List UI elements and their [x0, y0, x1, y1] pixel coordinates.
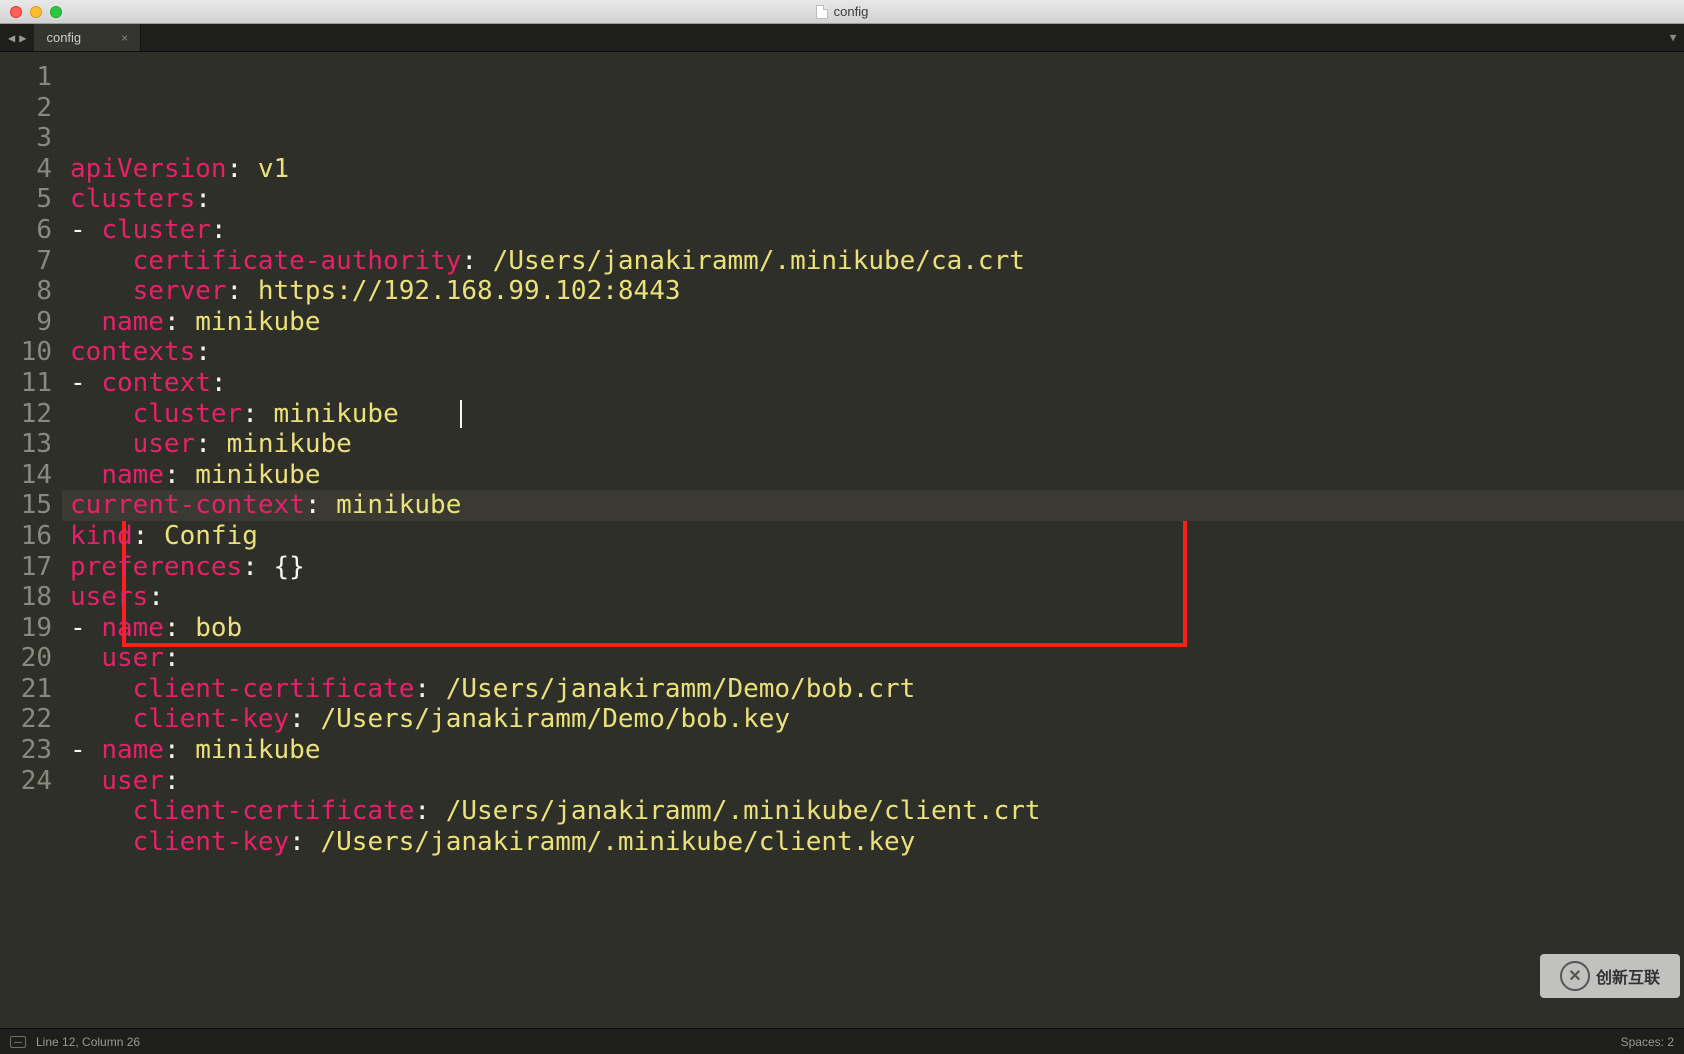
tabbar: ◀ ▶ config × ▼: [0, 24, 1684, 52]
zoom-window-button[interactable]: [50, 6, 62, 18]
nav-forward-icon[interactable]: ▶: [19, 31, 26, 45]
text-cursor: [460, 400, 462, 428]
line-number: 23: [0, 735, 62, 766]
document-icon: [816, 5, 828, 19]
code-line[interactable]: name: minikube: [62, 460, 1684, 491]
close-window-button[interactable]: [10, 6, 22, 18]
line-number: 4: [0, 154, 62, 185]
line-number: 11: [0, 368, 62, 399]
editor: 123456789101112131415161718192021222324 …: [0, 52, 1684, 1028]
tab-label: config: [46, 30, 81, 45]
code-line[interactable]: - cluster:: [62, 215, 1684, 246]
code-line[interactable]: user:: [62, 766, 1684, 797]
code-line[interactable]: user:: [62, 643, 1684, 674]
line-number: 1: [0, 62, 62, 93]
watermark-text: 创新互联: [1596, 964, 1660, 988]
code-line[interactable]: user: minikube: [62, 429, 1684, 460]
code-line[interactable]: name: minikube: [62, 307, 1684, 338]
tab-config[interactable]: config ×: [34, 24, 141, 51]
code-line[interactable]: client-key: /Users/janakiramm/Demo/bob.k…: [62, 704, 1684, 735]
line-number: 2: [0, 93, 62, 124]
code-line[interactable]: - name: bob: [62, 613, 1684, 644]
code-line[interactable]: client-certificate: /Users/janakiramm/De…: [62, 674, 1684, 705]
code-line[interactable]: users:: [62, 582, 1684, 613]
watermark: ✕ 创新互联: [1540, 954, 1680, 998]
code-line[interactable]: server: https://192.168.99.102:8443: [62, 276, 1684, 307]
panel-icon[interactable]: [10, 1036, 26, 1048]
status-position: Line 12, Column 26: [36, 1035, 140, 1049]
code-line[interactable]: kind: Config: [62, 521, 1684, 552]
line-number: 19: [0, 613, 62, 644]
line-number: 5: [0, 184, 62, 215]
code-line[interactable]: client-key: /Users/janakiramm/.minikube/…: [62, 827, 1684, 858]
line-number: 14: [0, 460, 62, 491]
statusbar: Line 12, Column 26 Spaces: 2: [0, 1028, 1684, 1054]
line-number: 8: [0, 276, 62, 307]
nav-back-icon[interactable]: ◀: [8, 31, 15, 45]
line-number: 18: [0, 582, 62, 613]
window-title: config: [0, 4, 1684, 19]
line-number: 10: [0, 337, 62, 368]
code-line[interactable]: - context:: [62, 368, 1684, 399]
watermark-logo-icon: ✕: [1560, 961, 1590, 991]
code-line[interactable]: clusters:: [62, 184, 1684, 215]
traffic-lights: [0, 6, 62, 18]
code-line[interactable]: current-context: minikube: [62, 490, 1684, 521]
tab-dropdown-icon[interactable]: ▼: [1662, 24, 1684, 51]
line-number: 22: [0, 704, 62, 735]
code-line[interactable]: apiVersion: v1: [62, 154, 1684, 185]
titlebar: config: [0, 0, 1684, 24]
code-line[interactable]: preferences: {}: [62, 552, 1684, 583]
minimize-window-button[interactable]: [30, 6, 42, 18]
status-spaces[interactable]: Spaces: 2: [1621, 1035, 1674, 1049]
code-line[interactable]: cluster: minikube: [62, 399, 1684, 430]
line-number: 13: [0, 429, 62, 460]
line-number: 20: [0, 643, 62, 674]
line-number: 3: [0, 123, 62, 154]
line-number: 7: [0, 246, 62, 277]
code-line[interactable]: certificate-authority: /Users/janakiramm…: [62, 246, 1684, 277]
line-number: 24: [0, 766, 62, 797]
nav-arrows: ◀ ▶: [0, 24, 34, 51]
code-line[interactable]: contexts:: [62, 337, 1684, 368]
code-line[interactable]: - name: minikube: [62, 735, 1684, 766]
line-number: 6: [0, 215, 62, 246]
code-line[interactable]: client-certificate: /Users/janakiramm/.m…: [62, 796, 1684, 827]
code-area[interactable]: apiVersion: v1clusters:- cluster: certif…: [62, 52, 1684, 1028]
line-number: 15: [0, 490, 62, 521]
window-title-text: config: [834, 4, 869, 19]
line-number: 16: [0, 521, 62, 552]
line-number: 17: [0, 552, 62, 583]
line-number: 21: [0, 674, 62, 705]
tab-close-icon[interactable]: ×: [121, 31, 128, 45]
line-number: 12: [0, 399, 62, 430]
line-number: 9: [0, 307, 62, 338]
gutter: 123456789101112131415161718192021222324: [0, 52, 62, 1028]
